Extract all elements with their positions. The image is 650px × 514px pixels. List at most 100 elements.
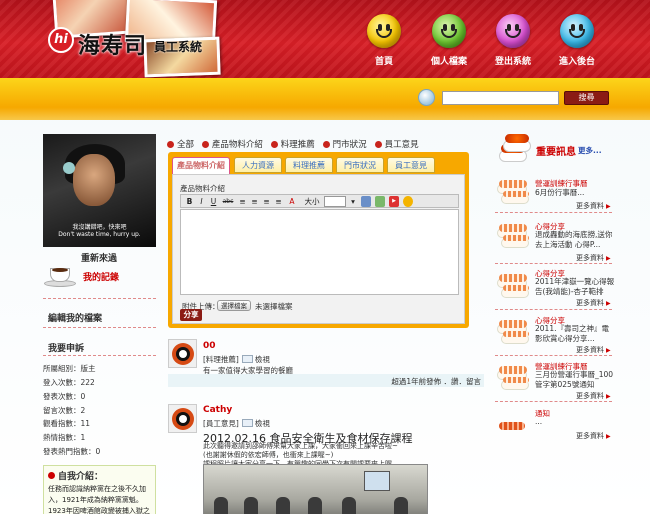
align-center-icon[interactable]: ≡	[250, 196, 259, 207]
post-category: [料理推薦] 檢視	[203, 355, 270, 364]
news-item-sub: 三月份營運行事曆_100管字第025號通知	[535, 370, 614, 389]
align-left-icon[interactable]: ≡	[238, 196, 247, 207]
post-textarea[interactable]	[180, 209, 459, 295]
news-thumbnail[interactable]	[495, 316, 533, 350]
stat-views: 觀看指數：11	[43, 419, 91, 428]
site-logo-subtitle: 員工系統	[154, 40, 203, 54]
nav-profile-label: 個人檔案	[430, 57, 467, 67]
news-item-more[interactable]: 更多資料 ▶	[576, 201, 611, 211]
intro-line: 1923年因啤酒館政變被捕入獄之	[48, 507, 150, 514]
category-products[interactable]: 產品物料介紹	[201, 138, 263, 150]
italic-button[interactable]: I	[197, 196, 206, 207]
category-filter: 全部 產品物料介紹 料理推薦 門市狀況 員工意見	[167, 138, 467, 150]
strikethrough-button[interactable]: abc	[221, 196, 235, 207]
category-recipes[interactable]: 料理推薦	[270, 138, 315, 150]
chevron-down-icon[interactable]: ▾	[349, 196, 357, 207]
stat-group: 所屬組別：版主	[43, 364, 96, 373]
justify-icon[interactable]: ≡	[274, 196, 283, 207]
edit-profile-link[interactable]: 編輯我的檔案	[48, 311, 102, 324]
sushi-icon	[497, 134, 531, 164]
green-smiley-icon	[432, 14, 466, 48]
news-thumbnail[interactable]	[495, 220, 533, 254]
share-button[interactable]: 分享	[180, 309, 202, 321]
font-size-select[interactable]	[324, 196, 346, 207]
link-icon[interactable]	[361, 196, 371, 207]
news-item-more[interactable]: 更多資料 ▶	[576, 345, 611, 355]
news-item-more[interactable]: 更多資料 ▶	[576, 298, 611, 308]
news-thumbnail[interactable]	[495, 362, 533, 396]
rich-text-toolbar: B I U abc ≡ ≡ ≡ ≡ A 大小 ▾ ▶	[180, 194, 459, 208]
post-author[interactable]: 00	[203, 341, 216, 351]
intro-line: 任務而認識納粹黨在之後不久加	[48, 485, 146, 493]
intro-line: 入，1921年成為納粹黨黨魁。	[48, 496, 143, 504]
image-icon[interactable]	[375, 196, 385, 207]
post-meta-bar: 超過1年前發佈 ．讚．留言	[168, 374, 484, 387]
post-meta[interactable]: 超過1年前發佈 ．讚．留言	[391, 376, 481, 387]
divider	[43, 355, 156, 356]
tab-hr[interactable]: 人力資源	[234, 157, 282, 173]
nav-profile[interactable]: 個人檔案	[419, 14, 479, 67]
post-photo[interactable]	[203, 464, 428, 514]
news-more-link[interactable]: 更多...	[578, 145, 602, 156]
youtube-icon[interactable]: ▶	[389, 196, 399, 207]
search-input[interactable]	[442, 91, 559, 105]
news-section-title: 重要訊息	[536, 147, 576, 158]
category-stores[interactable]: 門市狀況	[322, 138, 367, 150]
nav-logout-label: 登出系統	[494, 57, 531, 67]
search-button[interactable]: 搜尋	[564, 91, 609, 105]
news-item-sub: 2011.『壽司之神』電影欣賞心得分享...	[535, 324, 609, 343]
logo-badge: hi	[48, 27, 74, 53]
news-item-sub: 退成轟動的海底撈,送你去上海活動 心得P...	[535, 230, 613, 249]
nav-logout[interactable]: 登出系統	[483, 14, 543, 67]
font-size-label: 大小	[304, 197, 320, 206]
complaint-link[interactable]: 我要申訴	[48, 341, 84, 354]
tab-feedback[interactable]: 員工意見	[387, 157, 435, 173]
view-link[interactable]: 檢視	[255, 419, 270, 428]
emoticon-icon[interactable]	[403, 196, 413, 207]
post-author[interactable]: Cathy	[203, 405, 232, 415]
bold-button[interactable]: B	[185, 196, 194, 207]
view-icon	[241, 419, 253, 427]
bullet-icon	[48, 472, 55, 479]
category-feedback[interactable]: 員工意見	[374, 138, 419, 150]
editor-label: 產品物料介紹	[180, 184, 225, 193]
tab-products[interactable]: 產品物料介紹	[172, 157, 230, 175]
news-item-sub: ...	[535, 417, 543, 426]
photo-subtitle-zh: 我沒講錯吧，快來吧	[72, 224, 127, 231]
underline-button[interactable]: U	[209, 196, 218, 207]
view-link[interactable]: 檢視	[255, 355, 270, 364]
divider	[495, 355, 612, 356]
font-color-icon[interactable]: A	[287, 196, 297, 207]
news-item-sub: 2011年津嶽一覽心得報告(我靖能)-杏子範排心...	[535, 277, 615, 296]
align-right-icon[interactable]: ≡	[262, 196, 271, 207]
nav-home[interactable]: 首頁	[354, 14, 414, 67]
divider	[495, 212, 612, 213]
news-thumbnail[interactable]	[495, 176, 533, 210]
choose-file-button[interactable]: 選擇檔案	[217, 300, 251, 311]
profile-photo: 我沒講錯吧，快來吧 Don't waste time, hurry up.	[43, 134, 156, 247]
tab-recipes[interactable]: 料理推薦	[285, 157, 333, 173]
news-item-sub: 6月份行事曆...	[535, 188, 585, 197]
coffee-cup-icon	[44, 262, 76, 288]
category-all[interactable]: 全部	[167, 138, 194, 150]
avatar[interactable]	[168, 339, 197, 368]
nav-admin-label: 進入後台	[558, 57, 595, 67]
news-item-more[interactable]: 更多資料 ▶	[576, 253, 611, 263]
news-item-more[interactable]: 更多資料 ▶	[576, 391, 611, 401]
stat-enthusiasm: 熱情指數：1	[43, 433, 86, 442]
refresh-link[interactable]: 重新來過	[81, 251, 117, 264]
tab-stores[interactable]: 門市狀況	[336, 157, 384, 173]
my-records-link[interactable]: 我的記錄	[83, 270, 119, 283]
self-intro-box: 自我介紹： 任務而認識納粹黨在之後不久加 入，1921年成為納粹黨黨魁。 192…	[43, 465, 156, 514]
stat-posts: 發表次數：0	[43, 392, 86, 401]
news-item-more[interactable]: 更多資料 ▶	[576, 431, 611, 441]
site-logo-title[interactable]: 海寿司	[78, 28, 147, 60]
post-line: (也謝謝休假的依宏師傅，也衝來上課喔~)	[203, 451, 334, 459]
nav-home-label: 首頁	[374, 57, 393, 67]
nav-admin[interactable]: 進入後台	[547, 14, 607, 67]
news-thumbnail[interactable]	[495, 270, 533, 304]
stat-logins: 登入次數：222	[43, 378, 95, 387]
divider	[43, 298, 156, 299]
avatar[interactable]	[168, 404, 197, 433]
shrimp-thumbnail[interactable]	[495, 408, 533, 442]
